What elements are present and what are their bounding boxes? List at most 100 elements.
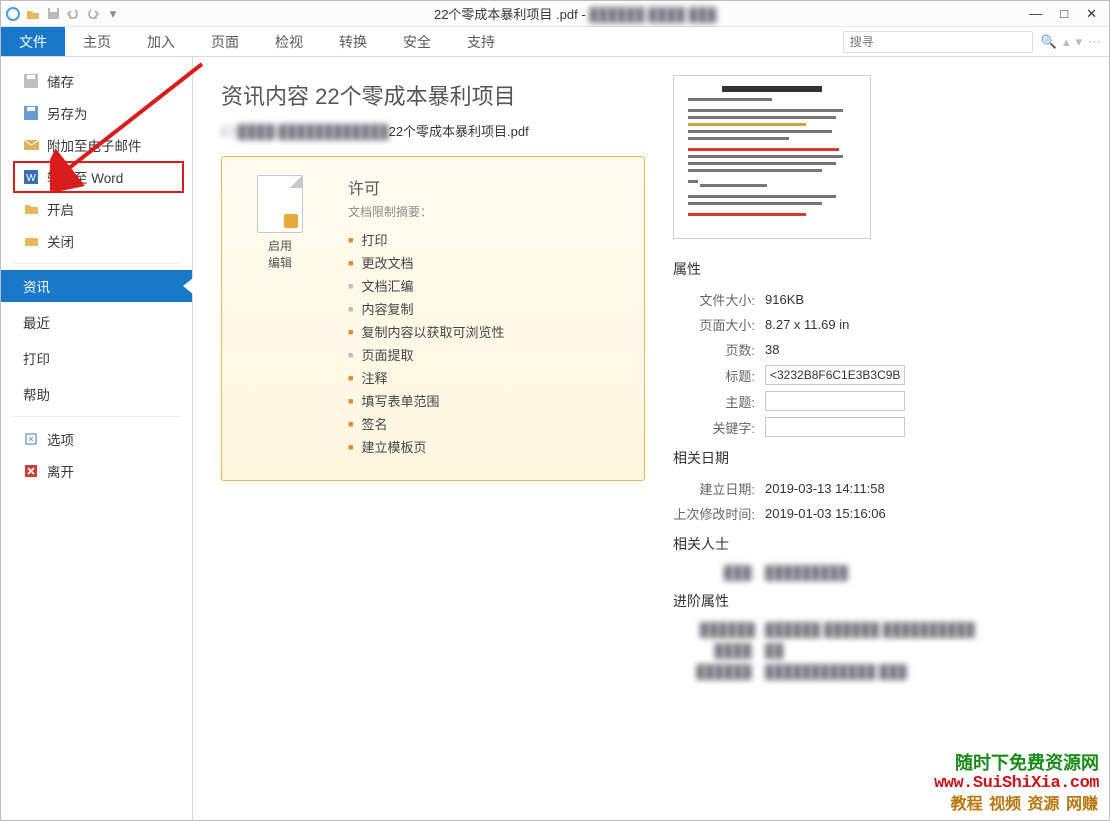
- close-button[interactable]: ✕: [1086, 6, 1097, 22]
- permissions-subtitle: 文档限制摘要：: [348, 203, 504, 220]
- permission-item: 填写表单范围: [348, 389, 504, 412]
- sidebar-item-mail[interactable]: 附加至电子邮件: [1, 129, 192, 161]
- dates-heading: 相关日期: [673, 448, 1081, 468]
- sidebar-item-label: 选项: [47, 429, 74, 449]
- menu-tab-convert[interactable]: 转换: [321, 27, 385, 56]
- app-window: ▾ 22个零成本暴利项目 .pdf - ██████ ████ ███ — □ …: [0, 0, 1110, 821]
- quick-access-toolbar: ▾: [1, 6, 121, 22]
- path-suffix: 22个零成本暴利项目.pdf: [389, 124, 529, 139]
- sidebar-item-info[interactable]: 资讯: [1, 270, 192, 302]
- sidebar-item-print[interactable]: 打印: [1, 342, 192, 374]
- menu-tab-page[interactable]: 页面: [193, 27, 257, 56]
- property-input[interactable]: [765, 391, 905, 411]
- sidebar-item-label: 打印: [23, 348, 50, 368]
- kv-row: 文件大小:916KB: [673, 287, 1081, 312]
- window-title: 22个零成本暴利项目 .pdf - ██████ ████ ███: [121, 4, 1029, 23]
- save-icon[interactable]: [45, 6, 61, 22]
- backstage-body: 储存 另存为 附加至电子邮件 W 输出至 Word 开启 关闭: [1, 57, 1109, 820]
- permission-item: 注释: [348, 366, 504, 389]
- menu-tab-file[interactable]: 文件: [1, 27, 65, 56]
- sidebar-item-save[interactable]: 储存: [1, 65, 192, 97]
- sidebar-item-close[interactable]: 关闭: [1, 225, 192, 257]
- nav-up-icon[interactable]: ▴: [1063, 34, 1070, 50]
- redo-icon[interactable]: [85, 6, 101, 22]
- search-box[interactable]: [843, 27, 1033, 56]
- kv-key: 上次修改时间:: [673, 504, 765, 523]
- people-section: 相关人士 ███:█████████: [673, 534, 1081, 583]
- sidebar-item-label: 资讯: [23, 276, 50, 296]
- menu-tab-view[interactable]: 检视: [257, 27, 321, 56]
- maximize-button[interactable]: □: [1060, 6, 1068, 22]
- permission-item: 复制内容以获取可浏览性: [348, 320, 504, 343]
- search-input[interactable]: [843, 31, 1033, 53]
- kv-key: 关键字:: [673, 418, 765, 437]
- permission-item: 页面提取: [348, 343, 504, 366]
- qat-dropdown-icon[interactable]: ▾: [105, 6, 121, 22]
- advanced-section: 进阶属性 ████████████ ██████ ██████████████:…: [673, 591, 1081, 682]
- sidebar-item-options[interactable]: 选项: [1, 423, 192, 455]
- enable-edit-button[interactable]: 启用 编辑: [240, 175, 320, 458]
- nav-down-icon[interactable]: ▾: [1075, 34, 1082, 50]
- menu-tab-insert[interactable]: 加入: [129, 27, 193, 56]
- sidebar-item-label: 附加至电子邮件: [47, 135, 142, 155]
- permission-item: 建立模板页: [348, 435, 504, 458]
- sidebar-item-recent[interactable]: 最近: [1, 306, 192, 338]
- permissions-body: 许可 文档限制摘要： 打印更改文档文档汇编内容复制复制内容以获取可浏览性页面提取…: [348, 175, 504, 458]
- sidebar-item-help[interactable]: 帮助: [1, 378, 192, 410]
- sidebar-item-label: 储存: [47, 71, 74, 91]
- sidebar-item-label: 输出至 Word: [47, 167, 123, 187]
- document-path: C:\████\████████████22个零成本暴利项目.pdf: [221, 121, 645, 140]
- menu-tab-support[interactable]: 支持: [449, 27, 513, 56]
- kv-key: 页数:: [673, 340, 765, 359]
- info-heading: 资讯内容 22个零成本暴利项目: [221, 79, 645, 111]
- save-disk-icon: [23, 73, 39, 89]
- permissions-card: 启用 编辑 许可 文档限制摘要： 打印更改文档文档汇编内容复制复制内容以获取可浏…: [221, 156, 645, 481]
- kv-key: ██████:: [673, 664, 765, 679]
- sidebar-item-open[interactable]: 开启: [1, 193, 192, 225]
- kv-row: 关键字:: [673, 414, 1081, 440]
- search-go-icon[interactable]: 🔍: [1041, 34, 1057, 50]
- property-input[interactable]: [765, 417, 905, 437]
- export-word-icon: W: [23, 169, 39, 185]
- menu-tab-home[interactable]: 主页: [65, 27, 129, 56]
- people-heading: 相关人士: [673, 534, 1081, 554]
- permission-item: 更改文档: [348, 251, 504, 274]
- sidebar-item-label: 离开: [47, 461, 74, 481]
- kv-key: 主题:: [673, 392, 765, 411]
- minimize-button[interactable]: —: [1029, 6, 1042, 22]
- permissions-list: 打印更改文档文档汇编内容复制复制内容以获取可浏览性页面提取注释填写表单范围签名建…: [348, 228, 504, 458]
- property-input[interactable]: [765, 365, 905, 385]
- kv-row: 建立日期:2019-03-13 14:11:58: [673, 476, 1081, 501]
- kv-value: 2019-03-13 14:11:58: [765, 481, 885, 496]
- dates-section: 相关日期 建立日期:2019-03-13 14:11:58 上次修改时间:2019…: [673, 448, 1081, 526]
- kv-row: ████:██: [673, 640, 1081, 661]
- kv-key: 标题:: [673, 366, 765, 385]
- menu-tab-security[interactable]: 安全: [385, 27, 449, 56]
- mail-icon: [23, 137, 39, 153]
- kv-row: 页数:38: [673, 337, 1081, 362]
- sidebar-item-export-word[interactable]: W 输出至 Word: [13, 161, 184, 193]
- kv-key: 文件大小:: [673, 290, 765, 309]
- kv-key: ██████: [673, 622, 765, 637]
- open-icon[interactable]: [25, 6, 41, 22]
- permission-item: 签名: [348, 412, 504, 435]
- save-as-icon: [23, 105, 39, 121]
- watermark-line3: 教程 视频 资源 网赚: [934, 795, 1099, 814]
- permission-item: 打印: [348, 228, 504, 251]
- svg-text:W: W: [26, 173, 36, 184]
- sidebar-item-saveas[interactable]: 另存为: [1, 97, 192, 129]
- undo-icon[interactable]: [65, 6, 81, 22]
- kv-key: ███:: [673, 565, 765, 580]
- sidebar-item-exit[interactable]: 离开: [1, 455, 192, 487]
- watermark-line2: www.SuiShiXia.com: [934, 774, 1099, 794]
- window-buttons: — □ ✕: [1029, 6, 1109, 22]
- kv-row: ███:█████████: [673, 562, 1081, 583]
- sidebar-separator-2: [13, 416, 180, 417]
- properties-heading: 属性: [673, 259, 1081, 279]
- sidebar-separator: [13, 263, 180, 264]
- kv-value: ██████ ██████ ██████████: [765, 622, 975, 637]
- nav-menu-icon[interactable]: ⋯: [1088, 34, 1101, 50]
- toolbar-nav-icons: 🔍 ▴ ▾ ⋯: [1041, 27, 1109, 56]
- kv-value: 916KB: [765, 292, 804, 307]
- document-thumbnail: [673, 75, 871, 239]
